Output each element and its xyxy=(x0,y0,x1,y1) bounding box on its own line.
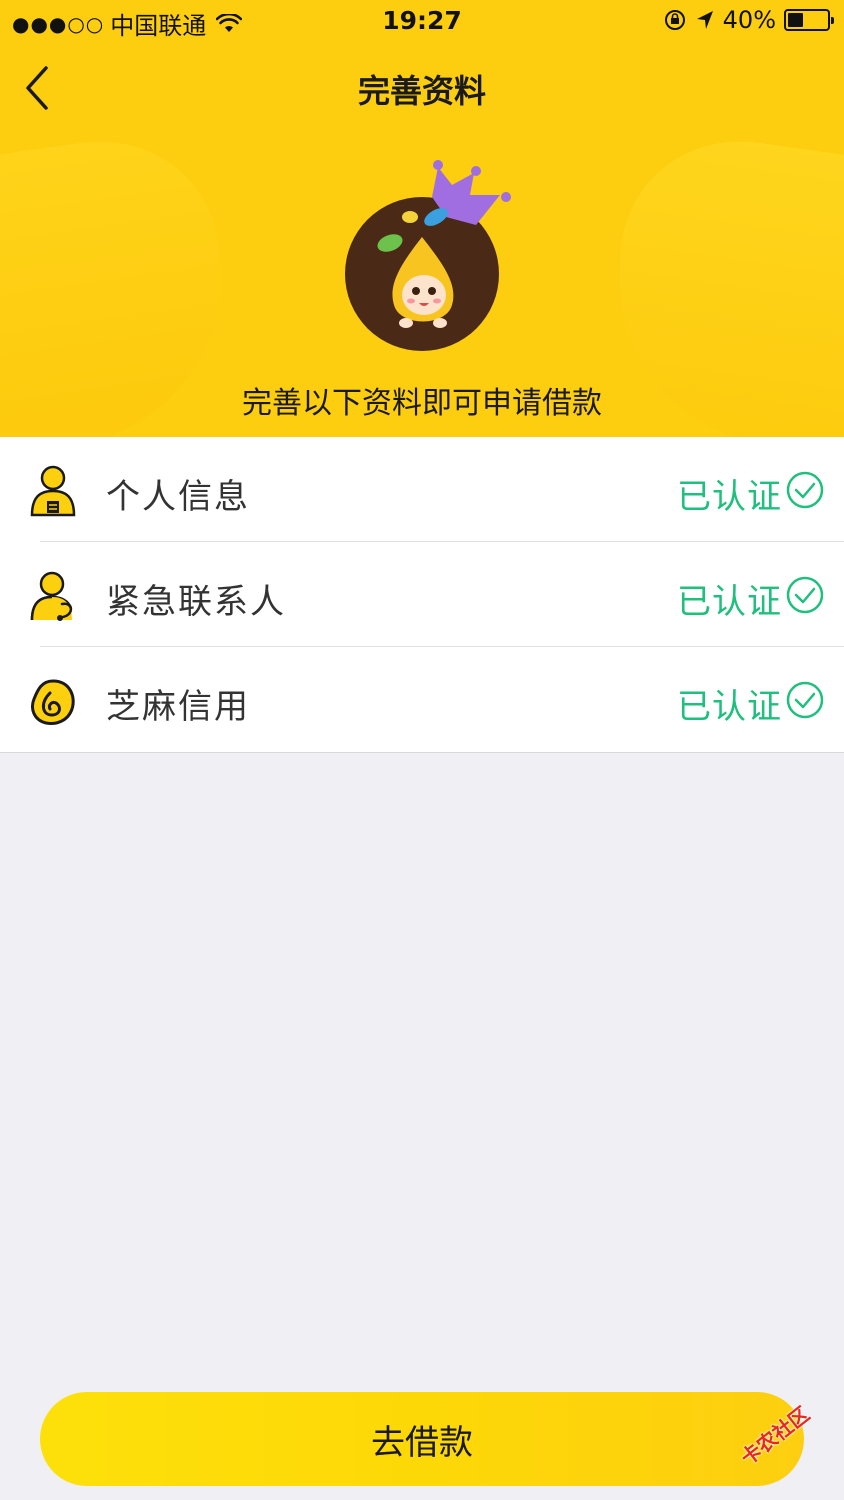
go-borrow-label: 去借款 xyxy=(371,1422,473,1463)
sesame-credit-icon xyxy=(31,679,75,725)
check-circle-icon xyxy=(786,576,824,614)
battery-icon xyxy=(784,9,834,31)
verification-list: 个人信息 已认证 紧急联系人 已认证 芝麻信用 已认证 xyxy=(0,437,844,753)
person-phone-icon xyxy=(30,571,73,621)
status-badge: 已认证 xyxy=(677,582,782,622)
list-item-emergency-contact[interactable]: 紧急联系人 已认证 xyxy=(0,542,844,647)
orientation-lock-icon xyxy=(664,10,685,30)
battery-level xyxy=(788,13,803,27)
header-banner: ●●●○○ 中国联通 19:27 40% 完善资料 完善以下资料即可申请借款 xyxy=(0,0,844,437)
status-badge: 已认证 xyxy=(677,477,782,517)
person-id-icon xyxy=(30,465,76,517)
location-arrow-icon xyxy=(696,11,713,29)
page-title: 完善资料 xyxy=(357,72,486,110)
check-circle-icon xyxy=(786,681,824,719)
row-label: 芝麻信用 xyxy=(106,687,250,727)
row-label: 紧急联系人 xyxy=(106,582,286,622)
check-circle-icon xyxy=(786,471,824,509)
banner-subtitle: 完善以下资料即可申请借款 xyxy=(242,386,602,421)
row-label: 个人信息 xyxy=(106,477,250,517)
battery-percent: 40% xyxy=(722,6,776,34)
mascot-avatar xyxy=(340,155,520,355)
mascot-illustration xyxy=(345,160,511,351)
go-borrow-button[interactable]: 去借款 xyxy=(40,1392,804,1486)
status-bar: ●●●○○ 中国联通 19:27 40% xyxy=(0,0,844,42)
list-item-sesame-credit[interactable]: 芝麻信用 已认证 xyxy=(0,647,844,752)
status-badge: 已认证 xyxy=(677,687,782,727)
list-item-personal-info[interactable]: 个人信息 已认证 xyxy=(0,437,844,542)
